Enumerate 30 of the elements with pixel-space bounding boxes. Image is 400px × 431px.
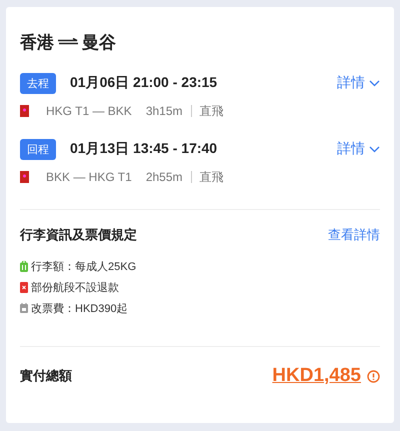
duration-text: 3h15m [146, 104, 183, 118]
trip-tag: 去程 [20, 72, 56, 94]
rule-text: 行李額：每成人25KG [31, 260, 136, 274]
no-refund-icon [20, 282, 28, 292]
view-details-link[interactable]: 查看詳情 [328, 226, 380, 244]
details-link[interactable]: 詳情 [337, 74, 380, 92]
rule-text: 部份航段不設退款 [31, 280, 119, 294]
total-amount[interactable]: HKD1,485 [272, 365, 361, 387]
flight-time: 01月13日 13:45 - 17:40 [70, 140, 218, 158]
destination-city: 曼谷 [82, 32, 116, 54]
route-text: HKG T1 — BKK [46, 104, 132, 118]
route-text: BKK — HKG T1 [46, 170, 132, 184]
rule-text: 改票費：HKD390起 [31, 302, 128, 316]
origin-city: 香港 [20, 32, 54, 54]
luggage-icon [20, 260, 28, 272]
flight-type: 直飛 [200, 168, 224, 186]
details-link[interactable]: 詳情 [337, 140, 380, 158]
calendar-icon [20, 303, 28, 313]
chevron-down-icon [369, 146, 380, 152]
duration-text: 2h55m [146, 170, 183, 184]
info-icon[interactable] [367, 370, 380, 382]
round-trip-icon [58, 38, 78, 46]
airline-logo-icon [20, 171, 29, 183]
chevron-down-icon [369, 80, 380, 86]
total-label: 實付總額 [20, 367, 72, 385]
airline-logo-icon [20, 105, 29, 117]
trip-tag: 回程 [20, 138, 56, 160]
flight-type: 直飛 [200, 102, 224, 120]
flight-time: 01月06日 21:00 - 23:15 [70, 74, 218, 92]
section-title: 行李資訊及票價規定 [20, 226, 137, 244]
